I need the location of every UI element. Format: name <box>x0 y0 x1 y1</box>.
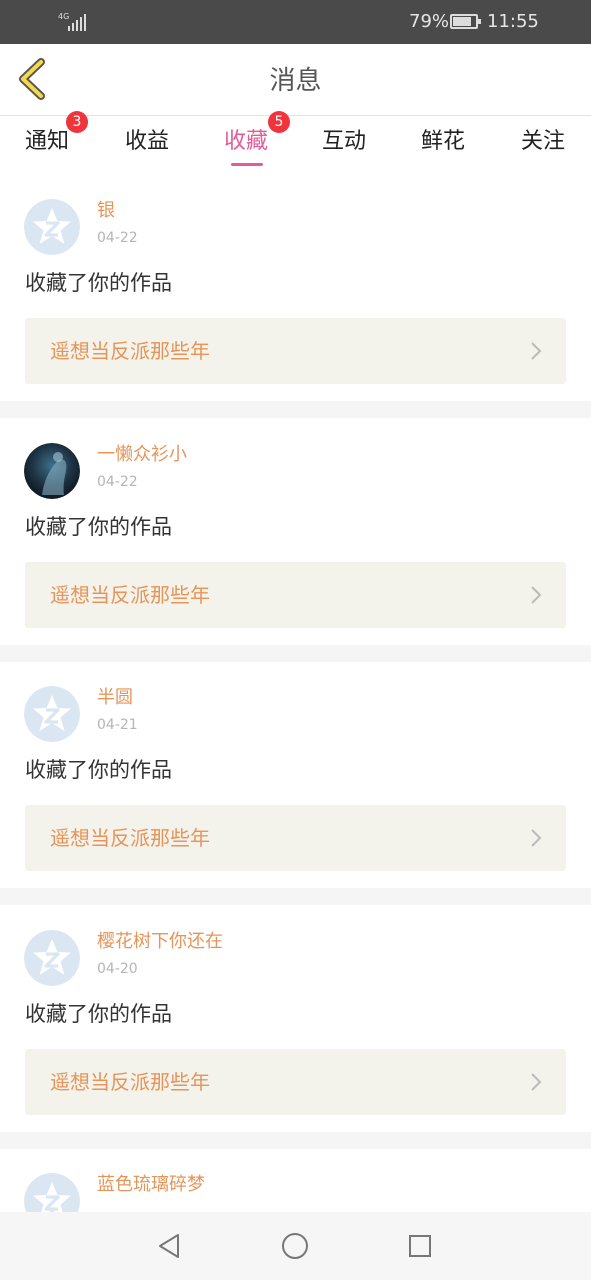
chevron-right-icon <box>531 586 542 604</box>
active-tab-indicator <box>231 163 263 166</box>
list-item: 半圆 04-21 收藏了你的作品 遥想当反派那些年 <box>0 669 591 896</box>
tab-flowers[interactable]: 鲜花 <box>413 127 473 157</box>
divider <box>0 645 591 662</box>
user-name[interactable]: 蓝色琉璃碎梦 <box>97 1173 205 1197</box>
circle-home-icon[interactable] <box>280 1231 310 1261</box>
item-date: 04-20 <box>97 961 138 977</box>
list-item: 蓝色琉璃碎梦 <box>0 1156 591 1212</box>
item-date: 04-22 <box>97 230 138 246</box>
work-title: 遥想当反派那些年 <box>50 583 210 607</box>
notifications-badge: 3 <box>66 111 88 133</box>
tab-follows[interactable]: 关注 <box>513 127 573 157</box>
chevron-right-icon <box>531 829 542 847</box>
list-item: 一懒众衫小 04-22 收藏了你的作品 遥想当反派那些年 <box>0 426 591 653</box>
system-nav-bar <box>0 1212 591 1280</box>
action-text: 收藏了你的作品 <box>25 271 172 295</box>
user-name[interactable]: 半圆 <box>97 686 133 710</box>
list-item: 樱花树下你还在 04-20 收藏了你的作品 遥想当反派那些年 <box>0 913 591 1140</box>
action-text: 收藏了你的作品 <box>25 1002 172 1026</box>
triangle-back-icon[interactable] <box>154 1231 184 1261</box>
work-title: 遥想当反派那些年 <box>50 826 210 850</box>
work-link[interactable]: 遥想当反派那些年 <box>25 805 566 871</box>
work-link[interactable]: 遥想当反派那些年 <box>25 1049 566 1115</box>
work-title: 遥想当反派那些年 <box>50 339 210 363</box>
battery-icon <box>450 14 481 29</box>
work-title: 遥想当反派那些年 <box>50 1070 210 1094</box>
user-name[interactable]: 樱花树下你还在 <box>97 930 223 954</box>
item-date: 04-22 <box>97 474 138 490</box>
default-avatar-icon[interactable] <box>24 930 80 986</box>
tab-interactions[interactable]: 互动 <box>314 127 374 157</box>
favorites-badge: 5 <box>268 111 290 133</box>
default-avatar-icon[interactable] <box>24 686 80 742</box>
user-name[interactable]: 银 <box>97 199 115 223</box>
tab-earnings[interactable]: 收益 <box>117 127 177 157</box>
list-item: 银 04-22 收藏了你的作品 遥想当反派那些年 <box>0 182 591 409</box>
action-text: 收藏了你的作品 <box>25 515 172 539</box>
battery-percent: 79% <box>409 11 450 32</box>
tab-notifications[interactable]: 通知 <box>17 127 77 157</box>
work-link[interactable]: 遥想当反派那些年 <box>25 562 566 628</box>
chevron-right-icon <box>531 1073 542 1091</box>
item-date: 04-21 <box>97 717 138 733</box>
signal-icon: 4G <box>58 12 90 34</box>
work-link[interactable]: 遥想当反派那些年 <box>25 318 566 384</box>
action-text: 收藏了你的作品 <box>25 758 172 782</box>
header: 消息 <box>0 44 591 116</box>
chevron-right-icon <box>531 342 542 360</box>
divider <box>0 888 591 905</box>
user-name[interactable]: 一懒众衫小 <box>97 443 187 467</box>
clock: 11:55 <box>487 11 539 32</box>
page-title: 消息 <box>269 66 322 96</box>
photo-avatar[interactable] <box>24 443 80 499</box>
divider <box>0 1132 591 1149</box>
default-avatar-icon[interactable] <box>24 1173 80 1212</box>
square-recents-icon[interactable] <box>405 1231 435 1261</box>
default-avatar-icon[interactable] <box>24 199 80 255</box>
divider <box>0 401 591 418</box>
tab-favorites[interactable]: 收藏 <box>216 127 276 157</box>
status-bar: 4G 79% 11:55 <box>0 0 591 44</box>
tab-bar: 通知 收益 收藏 互动 鲜花 关注 3 5 <box>0 111 591 175</box>
